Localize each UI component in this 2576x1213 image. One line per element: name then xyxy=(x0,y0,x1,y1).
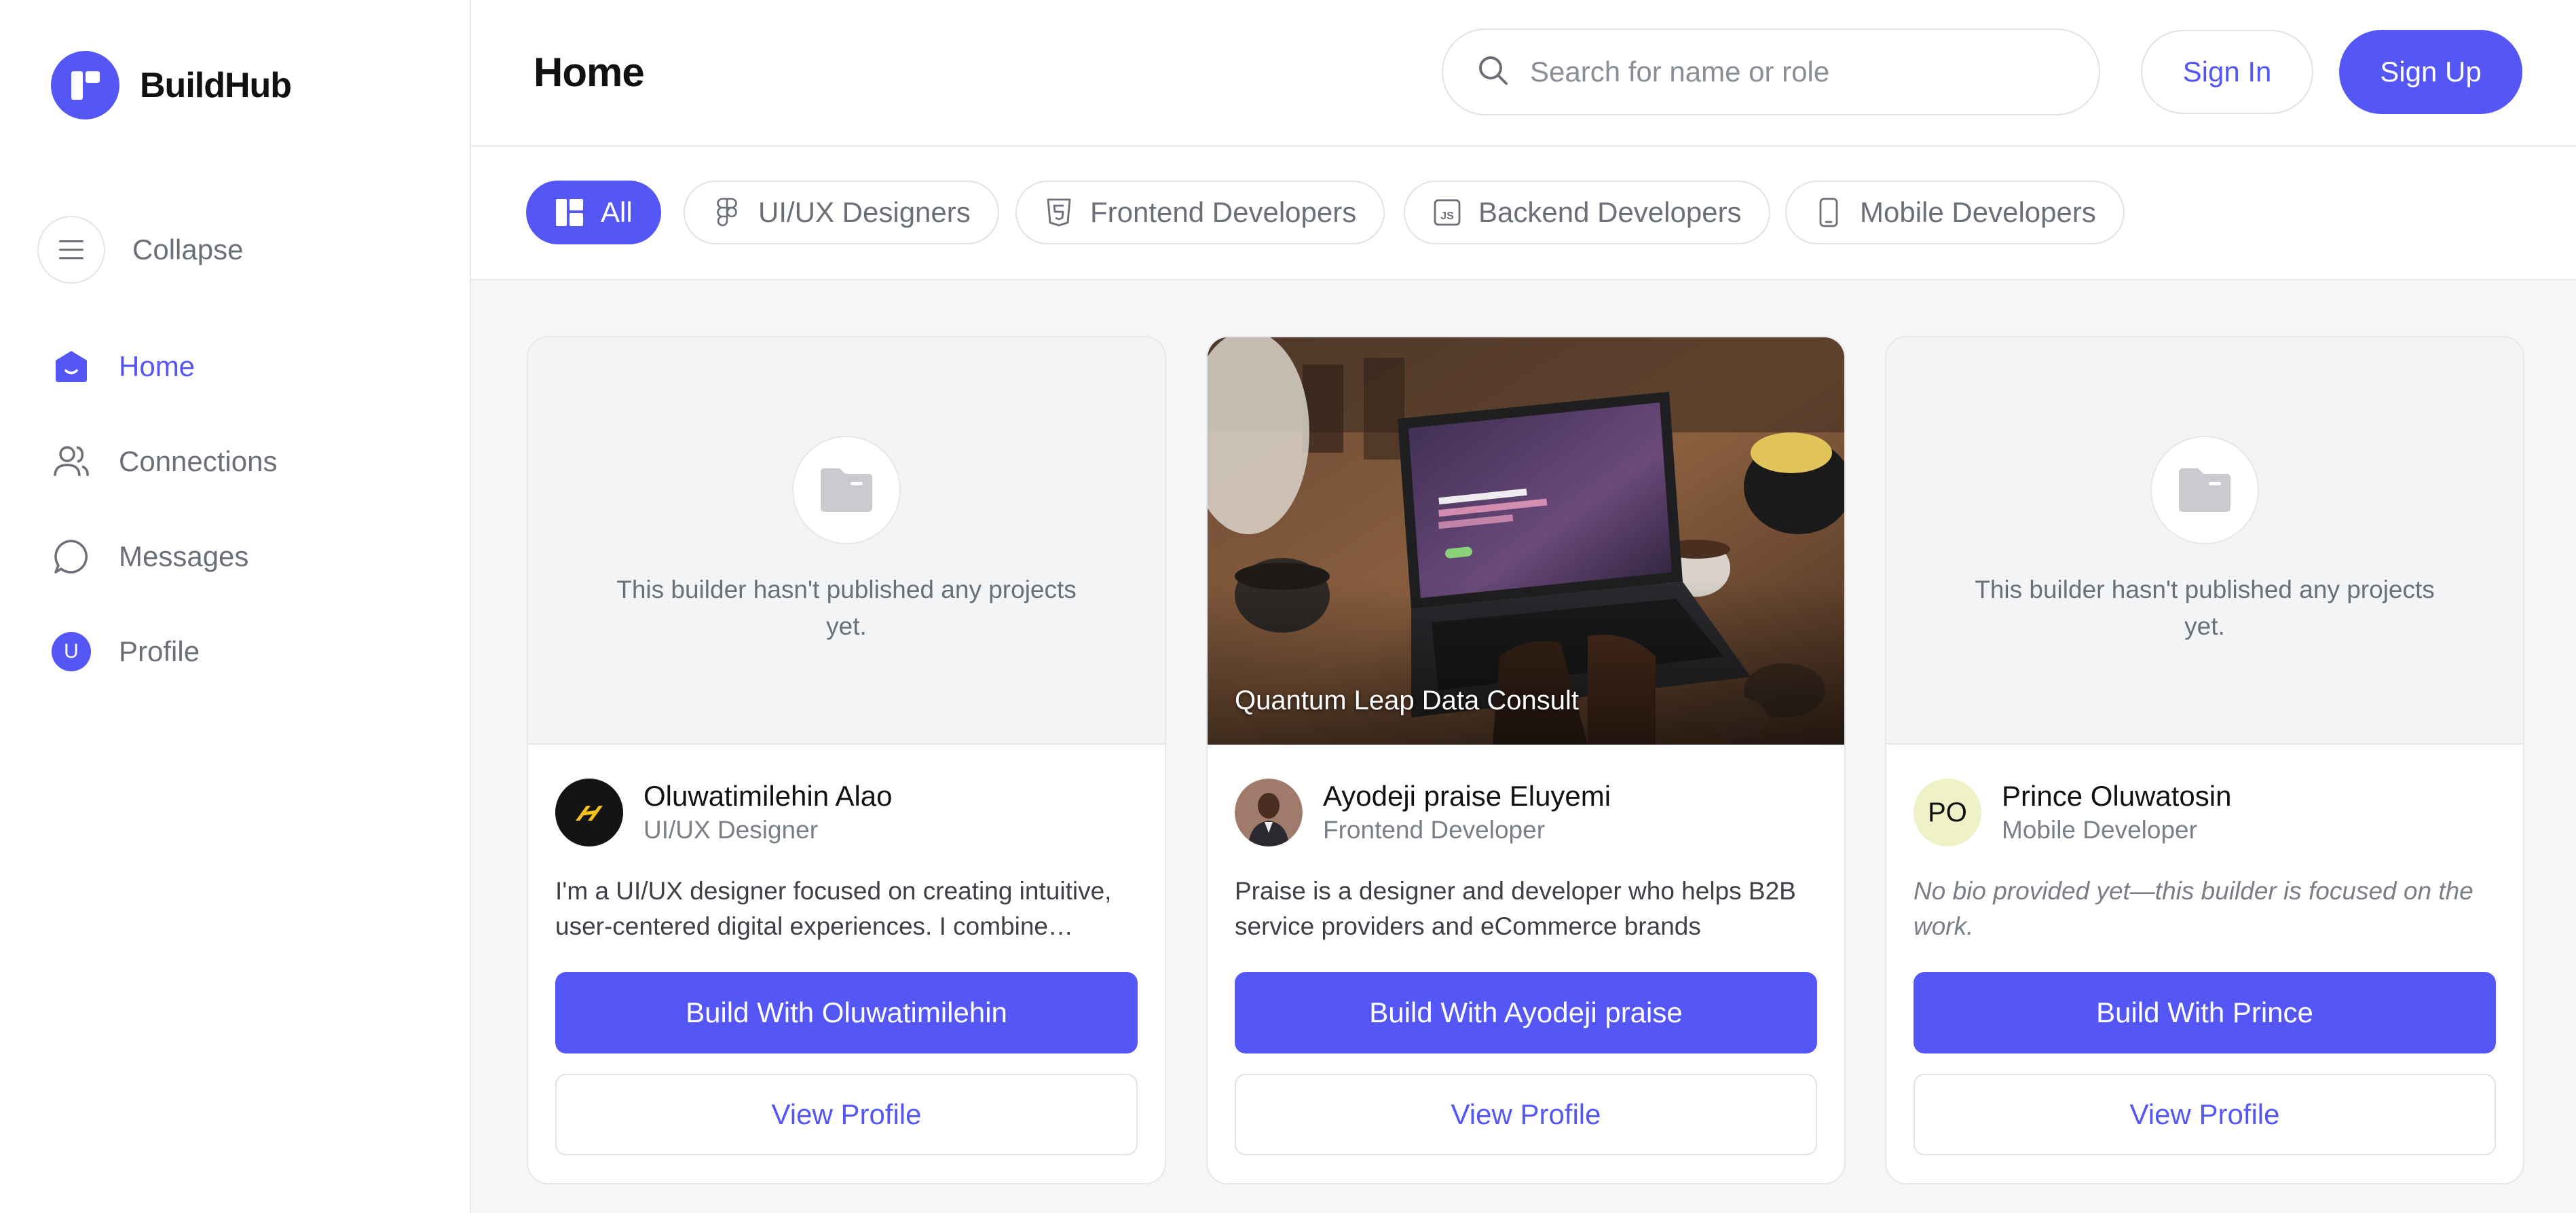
builder-bio: I'm a UI/UX designer focused on creating… xyxy=(555,877,1112,940)
sidebar: BuildHub Collapse Home Connections Messa… xyxy=(0,0,471,1213)
sidebar-item-label: Profile xyxy=(119,635,200,667)
search-box[interactable] xyxy=(1442,29,2100,115)
view-profile-button[interactable]: View Profile xyxy=(1914,1074,2496,1155)
filter-chip-label: Mobile Developers xyxy=(1860,196,2096,228)
svg-text:JS: JS xyxy=(1440,210,1454,222)
sidebar-item-label: Home xyxy=(119,350,195,382)
avatar[interactable] xyxy=(555,779,623,846)
builder-name: Prince Oluwatosin xyxy=(2002,780,2232,812)
sidebar-item-profile[interactable]: U Profile xyxy=(51,618,277,686)
collapse-label: Collapse xyxy=(132,234,244,265)
collapse-button[interactable]: Collapse xyxy=(37,216,243,284)
brand-name: BuildHub xyxy=(140,65,292,105)
message-icon xyxy=(51,536,92,577)
sidebar-item-connections[interactable]: Connections xyxy=(51,428,277,496)
view-profile-button[interactable]: View Profile xyxy=(555,1074,1138,1155)
filter-chip-all[interactable]: All xyxy=(526,181,661,244)
html5-icon xyxy=(1044,198,1074,227)
page-title: Home xyxy=(534,50,645,95)
empty-projects-text: This builder hasn't published any projec… xyxy=(1975,576,2435,640)
top-header: Home Sign In Sign Up xyxy=(471,0,2576,147)
filter-chip-backend[interactable]: JS Backend Developers xyxy=(1404,181,1770,244)
build-with-button[interactable]: Build With Ayodeji praise xyxy=(1235,972,1817,1053)
avatar[interactable] xyxy=(1235,779,1303,846)
filter-chip-label: UI/UX Designers xyxy=(758,196,971,228)
builder-role: Mobile Developer xyxy=(2002,816,2197,844)
phone-icon xyxy=(1814,198,1844,227)
grid-icon xyxy=(555,198,584,227)
sidebar-item-home[interactable]: Home xyxy=(51,333,277,400)
sidebar-item-messages[interactable]: Messages xyxy=(51,523,277,591)
folder-icon xyxy=(2150,436,2259,544)
project-title: Quantum Leap Data Consult xyxy=(1235,686,1579,715)
project-image xyxy=(1208,337,1844,745)
sidebar-nav: Home Connections Messages U Profile xyxy=(51,333,277,713)
builder-info: Ayodeji praise Eluyemi Frontend Develope… xyxy=(1235,779,1611,846)
sidebar-item-label: Messages xyxy=(119,540,249,572)
view-profile-button[interactable]: View Profile xyxy=(1235,1074,1817,1155)
project-thumbnail[interactable]: Quantum Leap Data Consult xyxy=(1208,337,1844,745)
filter-bar: All UI/UX Designers Frontend Developers … xyxy=(471,147,2576,280)
builder-info: Oluwatimilehin Alao UI/UX Designer xyxy=(555,779,893,846)
builder-bio: No bio provided yet—this builder is focu… xyxy=(1914,877,2474,940)
builder-card: Quantum Leap Data Consult Ayodeji praise… xyxy=(1206,336,1846,1184)
project-placeholder: This builder hasn't published any projec… xyxy=(528,337,1165,745)
sidebar-item-label: Connections xyxy=(119,445,278,477)
build-with-button[interactable]: Build With Prince xyxy=(1914,972,2496,1053)
empty-projects-text: This builder hasn't published any projec… xyxy=(616,576,1077,640)
builder-card: This builder hasn't published any projec… xyxy=(1885,336,2524,1184)
builder-name: Oluwatimilehin Alao xyxy=(643,780,893,812)
filter-chip-label: All xyxy=(601,196,633,228)
filter-chip-label: Frontend Developers xyxy=(1090,196,1357,228)
builder-card: This builder hasn't published any projec… xyxy=(527,336,1166,1184)
project-placeholder: This builder hasn't published any projec… xyxy=(1886,337,2523,745)
search-icon xyxy=(1477,54,1510,90)
brand-logo-icon xyxy=(51,51,119,119)
brand[interactable]: BuildHub xyxy=(51,51,292,119)
menu-icon xyxy=(37,216,105,284)
filter-chip-frontend[interactable]: Frontend Developers xyxy=(1015,181,1385,244)
builder-role: Frontend Developer xyxy=(1323,816,1546,844)
builder-role: UI/UX Designer xyxy=(643,816,819,844)
sign-in-button[interactable]: Sign In xyxy=(2141,30,2313,114)
builder-info: PO Prince Oluwatosin Mobile Developer xyxy=(1914,779,2231,846)
filter-chip-mobile[interactable]: Mobile Developers xyxy=(1785,181,2125,244)
avatar[interactable]: PO xyxy=(1914,779,1981,846)
sign-up-button[interactable]: Sign Up xyxy=(2339,30,2522,114)
filter-chip-label: Backend Developers xyxy=(1478,196,1742,228)
builder-name: Ayodeji praise Eluyemi xyxy=(1323,780,1611,812)
filter-chip-uiux[interactable]: UI/UX Designers xyxy=(684,181,999,244)
figma-icon xyxy=(712,198,742,227)
build-with-button[interactable]: Build With Oluwatimilehin xyxy=(555,972,1138,1053)
folder-icon xyxy=(792,436,901,544)
home-icon xyxy=(51,346,92,387)
js-icon: JS xyxy=(1432,198,1462,227)
users-icon xyxy=(51,441,92,482)
avatar: U xyxy=(52,632,91,671)
builders-grid: This builder hasn't published any projec… xyxy=(471,280,2576,1213)
builder-bio: Praise is a designer and developer who h… xyxy=(1235,877,1796,940)
search-input[interactable] xyxy=(1530,56,2073,88)
